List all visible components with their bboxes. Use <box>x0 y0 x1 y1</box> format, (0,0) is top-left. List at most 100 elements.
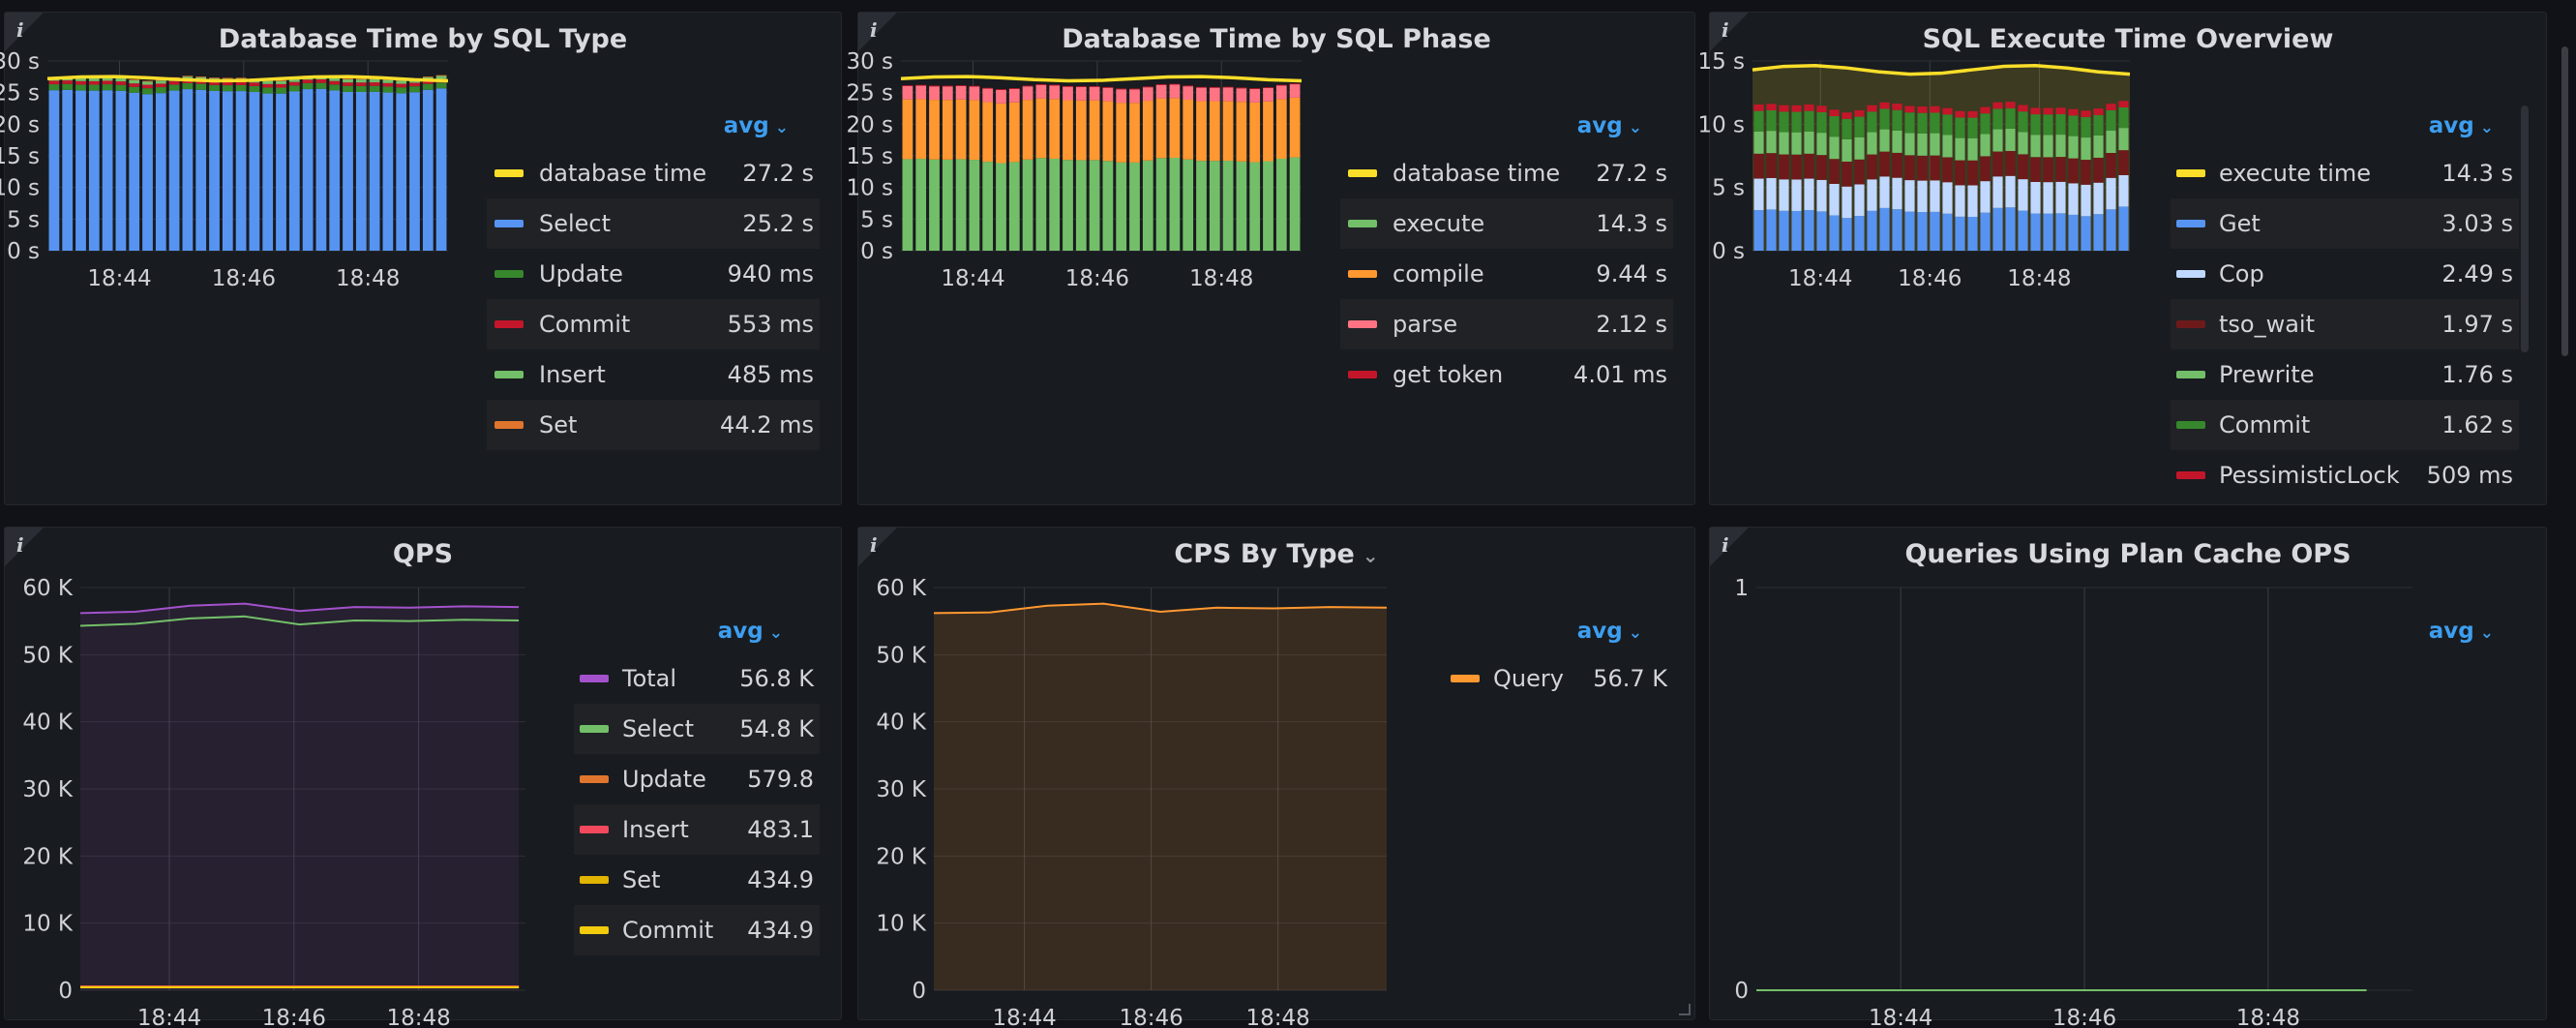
legend-item[interactable]: Insert 485 ms <box>487 349 820 400</box>
legend-item[interactable]: Cop 2.49 s <box>2171 249 2519 299</box>
legend-item[interactable]: get token 4.01 ms <box>1340 349 1673 400</box>
bar-segment-tso-wait <box>2030 157 2041 182</box>
legend-series-name[interactable]: Prewrite <box>2219 349 2315 400</box>
x-tick-label: 18:48 <box>1189 266 1253 291</box>
legend-swatch[interactable] <box>2176 270 2205 278</box>
legend-swatch[interactable] <box>580 876 609 884</box>
legend-series-name[interactable]: database time <box>539 148 706 198</box>
legend-series-value: 509 ms <box>2426 462 2513 489</box>
bar-segment-compile <box>1102 101 1114 162</box>
legend-item[interactable]: database time 27.2 s <box>1340 148 1673 198</box>
legend-item[interactable]: Select 54.8 K <box>574 704 820 754</box>
legend-sort-dropdown[interactable]: avg ⌄ <box>718 619 783 644</box>
legend-item[interactable]: Update 579.8 <box>574 754 820 804</box>
legend-item[interactable]: Set 44.2 ms <box>487 400 820 450</box>
legend-series-name[interactable]: Query <box>1493 653 1564 704</box>
legend-swatch[interactable] <box>2176 421 2205 429</box>
legend-item[interactable]: database time 27.2 s <box>487 148 820 198</box>
legend-swatch[interactable] <box>580 675 609 682</box>
legend-swatch[interactable] <box>2176 169 2205 177</box>
legend-swatch[interactable] <box>494 270 524 278</box>
legend-series-name[interactable]: execute time <box>2219 148 2371 198</box>
legend-swatch[interactable] <box>1348 320 1377 328</box>
legend-swatch[interactable] <box>1348 371 1377 378</box>
legend-swatch[interactable] <box>2176 371 2205 378</box>
legend-item[interactable]: Query 56.7 K <box>1445 653 1673 704</box>
legend-series-name[interactable]: get token <box>1393 349 1503 400</box>
legend-item[interactable]: Get 3.03 s <box>2171 198 2519 249</box>
legend-item[interactable]: execute 14.3 s <box>1340 198 1673 249</box>
legend-sort-dropdown[interactable]: avg ⌄ <box>724 113 789 138</box>
legend-sort-dropdown[interactable]: avg ⌄ <box>2429 619 2494 644</box>
legend-item[interactable]: Insert 483.1 <box>574 804 820 855</box>
legend-swatch[interactable] <box>580 926 609 934</box>
legend-series-name[interactable]: Set <box>539 400 577 450</box>
bar-segment-pessimisticlock <box>1892 104 1902 110</box>
bar-segment-get-token <box>902 85 914 86</box>
legend-series-name[interactable]: execute <box>1393 198 1484 249</box>
legend-series-name[interactable]: Get <box>2219 198 2261 249</box>
legend-swatch[interactable] <box>580 775 609 783</box>
legend-item[interactable]: compile 9.44 s <box>1340 249 1673 299</box>
legend-item[interactable]: execute time 14.3 s <box>2171 148 2519 198</box>
legend-swatch[interactable] <box>494 169 524 177</box>
legend-series-name[interactable]: Cop <box>2219 249 2264 299</box>
legend-series-name[interactable]: Set <box>622 855 660 905</box>
legend-sort-dropdown[interactable]: avg ⌄ <box>1577 619 1642 644</box>
legend-item[interactable]: tso_wait 1.97 s <box>2171 299 2519 349</box>
legend-item[interactable]: Commit 553 ms <box>487 299 820 349</box>
legend-swatch[interactable] <box>580 725 609 733</box>
legend-series-name[interactable]: Total <box>622 653 676 704</box>
bar-segment-parse <box>996 89 1006 104</box>
legend-series-name[interactable]: Commit <box>2219 400 2310 450</box>
legend-series-name[interactable]: Select <box>622 704 694 754</box>
legend-item[interactable]: PessimisticLock 509 ms <box>2171 450 2519 500</box>
legend-swatch[interactable] <box>2176 320 2205 328</box>
legend-swatch[interactable] <box>494 320 524 328</box>
legend-item[interactable]: Select 25.2 s <box>487 198 820 249</box>
legend-series-name[interactable]: compile <box>1393 249 1484 299</box>
bar-segment-get-token <box>1236 87 1247 89</box>
legend-item[interactable]: Update 940 ms <box>487 249 820 299</box>
bar-segment-get <box>1779 210 1789 251</box>
legend-item[interactable]: Prewrite 1.76 s <box>2171 349 2519 400</box>
legend-series-name[interactable]: Insert <box>539 349 606 400</box>
bar-segment-parse <box>969 86 980 101</box>
legend-swatch[interactable] <box>1348 169 1377 177</box>
legend-series-name[interactable]: Commit <box>539 299 630 349</box>
legend-series-name[interactable]: database time <box>1393 148 1560 198</box>
legend-swatch[interactable] <box>580 826 609 833</box>
legend-series-name[interactable]: Update <box>539 249 623 299</box>
legend-series-name[interactable]: Update <box>622 754 706 804</box>
legend-series-name[interactable]: Select <box>539 198 611 249</box>
legend-swatch[interactable] <box>1348 220 1377 227</box>
legend-swatch[interactable] <box>494 220 524 227</box>
page-scrollbar[interactable] <box>2561 46 2568 356</box>
legend-swatch[interactable] <box>494 371 524 378</box>
legend-series-name[interactable]: parse <box>1393 299 1457 349</box>
legend-item[interactable]: Commit 1.62 s <box>2171 400 2519 450</box>
legend-sort-dropdown[interactable]: avg ⌄ <box>2429 113 2494 138</box>
legend-series-name[interactable]: PessimisticLock <box>2219 450 2400 500</box>
legend-series-name[interactable]: tso_wait <box>2219 299 2315 349</box>
bar-segment-get <box>1967 217 1978 251</box>
bar-segment-pessimisticlock <box>1904 106 1915 113</box>
bar-segment-prewrite <box>1930 133 1940 156</box>
legend-swatch[interactable] <box>2176 471 2205 479</box>
legend-swatch[interactable] <box>1348 270 1377 278</box>
legend-swatch[interactable] <box>2176 220 2205 227</box>
resize-handle-icon[interactable] <box>1679 1004 1691 1015</box>
legend-swatch[interactable] <box>1451 675 1480 682</box>
legend-item[interactable]: Set 434.9 <box>574 855 820 905</box>
legend-sort-dropdown[interactable]: avg ⌄ <box>1577 113 1642 138</box>
legend-item[interactable]: parse 2.12 s <box>1340 299 1673 349</box>
legend-scrollbar[interactable] <box>2521 106 2529 352</box>
legend-item[interactable]: Commit 434.9 <box>574 905 820 955</box>
legend-item[interactable]: Total 56.8 K <box>574 653 820 704</box>
legend-swatch[interactable] <box>494 421 524 429</box>
legend-series-name[interactable]: Commit <box>622 905 713 955</box>
bar-segment-update <box>382 86 394 93</box>
bar-segment-commit <box>1854 116 1865 137</box>
legend-series-name[interactable]: Insert <box>622 804 689 855</box>
bar-segment-compile <box>1129 103 1140 163</box>
